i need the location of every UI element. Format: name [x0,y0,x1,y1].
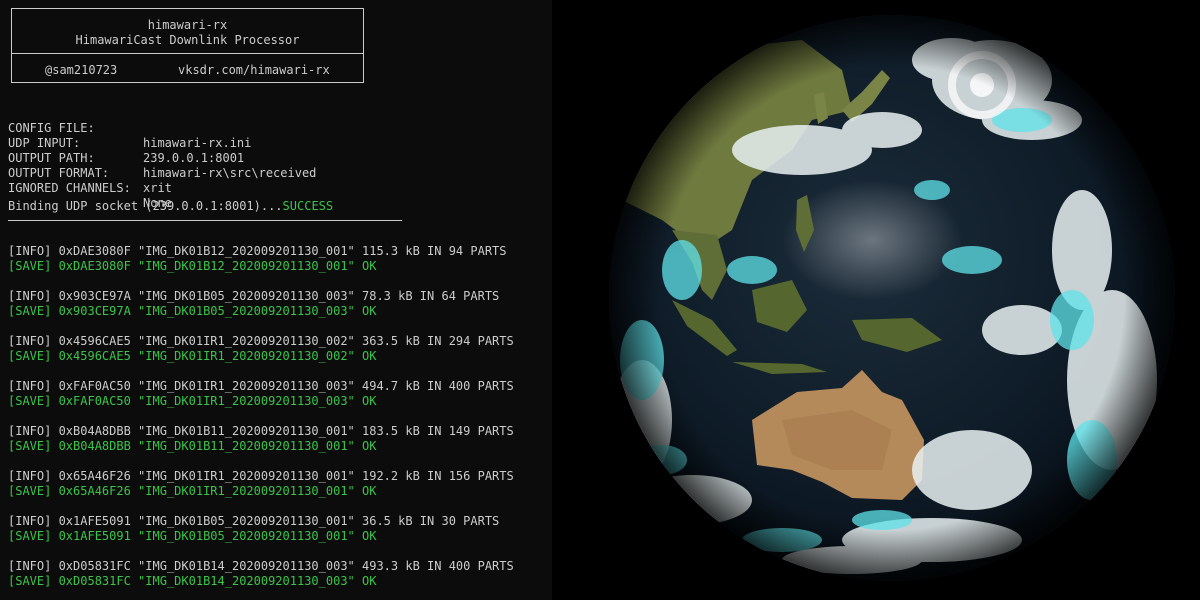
log-entry: [INFO] 0x903CE97A "IMG_DK01B05_202009201… [8,289,514,334]
config-row-file: CONFIG FILE: himawari-rx.ini [8,106,251,150]
config-row-format: OUTPUT FORMAT: xrit [8,151,172,195]
limb-shadow [609,15,1175,581]
info-line: [INFO] 0x4596CAE5 "IMG_DK01IR1_202009201… [8,334,514,348]
save-line: [SAVE] 0x4596CAE5 "IMG_DK01IR1_202009201… [8,349,377,363]
config-key: IGNORED CHANNELS: [8,181,131,195]
config-row-udp: UDP INPUT: 239.0.0.1:8001 [8,121,244,165]
log-entry: [INFO] 0x4596CAE5 "IMG_DK01IR1_202009201… [8,334,514,379]
info-line: [INFO] 0x65A46F26 "IMG_DK01IR1_202009201… [8,469,514,483]
earth-image-panel [552,0,1200,600]
save-line: [SAVE] 0xFAF0AC50 "IMG_DK01IR1_202009201… [8,394,377,408]
log-entry: [INFO] 0xB04A8DBB "IMG_DK01B11_202009201… [8,424,514,469]
project-url: vksdr.com/himawari-rx [178,63,330,77]
info-line: [INFO] 0xD05831FC "IMG_DK01B14_202009201… [8,559,514,573]
info-line: [INFO] 0x1AFE5091 "IMG_DK01B05_202009201… [8,514,500,528]
log-entry: [INFO] 0xD05831FC "IMG_DK01B14_202009201… [8,559,514,600]
log-entry: [INFO] 0xFAF0AC50 "IMG_DK01IR1_202009201… [8,379,514,424]
save-line: [SAVE] 0xDAE3080F "IMG_DK01B12_202009201… [8,259,377,273]
binding-status-line: Binding UDP socket (239.0.0.1:8001)...SU… [8,199,333,214]
save-line: [SAVE] 0x903CE97A "IMG_DK01B05_202009201… [8,304,377,318]
log-output: [INFO] 0xDAE3080F "IMG_DK01B12_202009201… [8,244,514,600]
app-subtitle: HimawariCast Downlink Processor [75,33,300,47]
binding-text: Binding UDP socket (239.0.0.1:8001)... [8,199,283,213]
config-value: himawari-rx.ini [143,136,252,150]
log-entry: [INFO] 0x1AFE5091 "IMG_DK01B05_202009201… [8,514,514,559]
log-entry: [INFO] 0x65A46F26 "IMG_DK01IR1_202009201… [8,469,514,514]
info-line: [INFO] 0xDAE3080F "IMG_DK01B12_202009201… [8,244,507,258]
terminal-window: himawari-rx HimawariCast Downlink Proces… [0,0,552,600]
save-line: [SAVE] 0xB04A8DBB "IMG_DK01B11_202009201… [8,439,377,453]
log-entry: [INFO] 0xDAE3080F "IMG_DK01B12_202009201… [8,244,514,289]
author-handle: @sam210723 [45,63,118,77]
earth-globe-image [609,15,1175,581]
binding-success: SUCCESS [282,199,334,213]
info-line: [INFO] 0x903CE97A "IMG_DK01B05_202009201… [8,289,500,303]
config-value: himawari-rx\src\received [143,166,317,180]
banner-divider [12,53,363,54]
config-block: CONFIG FILE: himawari-rx.ini UDP INPUT: … [8,106,316,210]
save-line: [SAVE] 0x65A46F26 "IMG_DK01IR1_202009201… [8,484,377,498]
app-title: himawari-rx [147,18,228,32]
banner-box: himawari-rx HimawariCast Downlink Proces… [11,8,364,83]
config-row-ignored: IGNORED CHANNELS: None [8,166,172,210]
separator-rule [8,220,402,221]
config-value: xrit [143,181,172,195]
info-line: [INFO] 0xB04A8DBB "IMG_DK01B11_202009201… [8,424,514,438]
save-line: [SAVE] 0x1AFE5091 "IMG_DK01B05_202009201… [8,529,377,543]
config-value: 239.0.0.1:8001 [143,151,245,165]
info-line: [INFO] 0xFAF0AC50 "IMG_DK01IR1_202009201… [8,379,514,393]
config-row-path: OUTPUT PATH: himawari-rx\src\received [8,136,316,180]
save-line: [SAVE] 0xD05831FC "IMG_DK01B14_202009201… [8,574,377,588]
